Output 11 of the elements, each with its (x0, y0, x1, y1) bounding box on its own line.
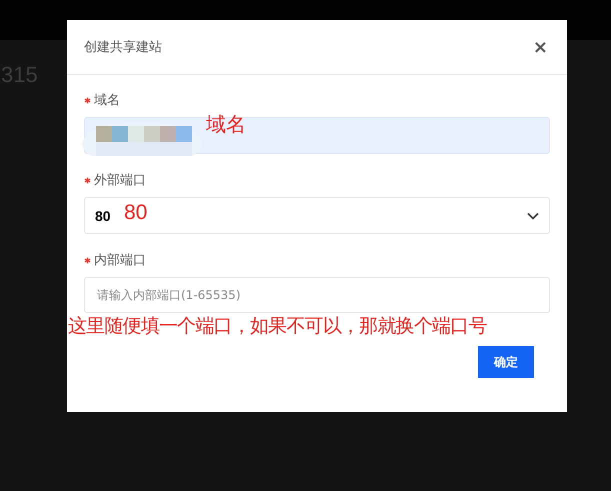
annotation-text: 80 (124, 201, 148, 225)
dialog-title: 创建共享建站 (84, 39, 162, 56)
field-label: 外部端口 (94, 172, 146, 189)
field-label: 内部端口 (94, 252, 146, 269)
annotation-text: 这里随便填一个端口，如果不可以，那就换个端口号 (68, 314, 487, 339)
annotation-text: 域名 (206, 111, 246, 138)
chevron-down-icon (527, 212, 539, 220)
close-button[interactable]: × (530, 36, 550, 58)
confirm-button[interactable]: 确定 (478, 346, 534, 378)
port-input[interactable]: 请输入内部端口(1-65535) (84, 277, 550, 313)
field-label: 域名 (94, 92, 120, 109)
